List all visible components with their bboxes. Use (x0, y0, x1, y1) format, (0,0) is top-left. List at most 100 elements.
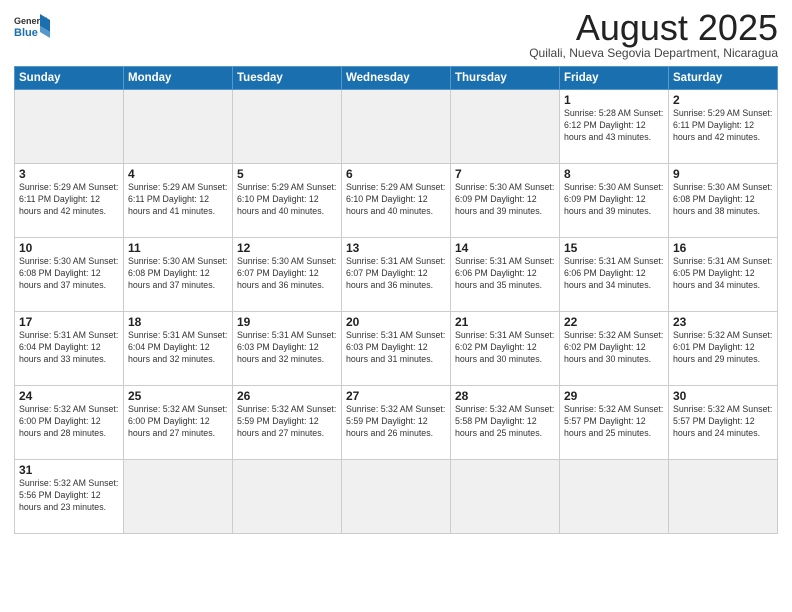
day-info: Sunrise: 5:32 AM Sunset: 5:56 PM Dayligh… (19, 478, 119, 514)
day-cell: 2Sunrise: 5:29 AM Sunset: 6:11 PM Daylig… (669, 90, 778, 164)
day-number: 18 (128, 315, 228, 329)
weekday-header-tuesday: Tuesday (233, 67, 342, 90)
day-number: 5 (237, 167, 337, 181)
day-info: Sunrise: 5:32 AM Sunset: 5:59 PM Dayligh… (237, 404, 337, 440)
day-cell: 22Sunrise: 5:32 AM Sunset: 6:02 PM Dayli… (560, 312, 669, 386)
title-block: August 2025 Quilali, Nueva Segovia Depar… (529, 10, 778, 60)
day-cell: 21Sunrise: 5:31 AM Sunset: 6:02 PM Dayli… (451, 312, 560, 386)
day-cell: 27Sunrise: 5:32 AM Sunset: 5:59 PM Dayli… (342, 386, 451, 460)
day-number: 25 (128, 389, 228, 403)
weekday-header-row: SundayMondayTuesdayWednesdayThursdayFrid… (15, 67, 778, 90)
calendar-table: SundayMondayTuesdayWednesdayThursdayFrid… (14, 66, 778, 534)
week-row-1: 1Sunrise: 5:28 AM Sunset: 6:12 PM Daylig… (15, 90, 778, 164)
day-cell: 5Sunrise: 5:29 AM Sunset: 6:10 PM Daylig… (233, 164, 342, 238)
day-cell: 7Sunrise: 5:30 AM Sunset: 6:09 PM Daylig… (451, 164, 560, 238)
day-info: Sunrise: 5:31 AM Sunset: 6:05 PM Dayligh… (673, 256, 773, 292)
day-number: 9 (673, 167, 773, 181)
day-info: Sunrise: 5:29 AM Sunset: 6:11 PM Dayligh… (128, 182, 228, 218)
day-info: Sunrise: 5:32 AM Sunset: 5:58 PM Dayligh… (455, 404, 555, 440)
day-info: Sunrise: 5:31 AM Sunset: 6:04 PM Dayligh… (128, 330, 228, 366)
day-cell: 17Sunrise: 5:31 AM Sunset: 6:04 PM Dayli… (15, 312, 124, 386)
day-cell (342, 460, 451, 534)
week-row-5: 24 Sunrise: 5:32 AM Sunset: 6:00 PM Dayli… (15, 386, 778, 460)
day-cell: 18Sunrise: 5:31 AM Sunset: 6:04 PM Dayli… (124, 312, 233, 386)
day-info: Sunrise: 5:32 AM Sunset: 5:59 PM Dayligh… (346, 404, 446, 440)
day-cell: 16Sunrise: 5:31 AM Sunset: 6:05 PM Dayli… (669, 238, 778, 312)
week-row-4: 17Sunrise: 5:31 AM Sunset: 6:04 PM Dayli… (15, 312, 778, 386)
header: General Blue August 2025 Quilali, Nueva … (14, 10, 778, 60)
day-info: Sunrise: 5:28 AM Sunset: 6:12 PM Dayligh… (564, 108, 664, 144)
day-number: 24 (19, 389, 119, 403)
day-info: Sunrise: 5:29 AM Sunset: 6:11 PM Dayligh… (673, 108, 773, 144)
day-cell (451, 90, 560, 164)
day-number: 2 (673, 93, 773, 107)
day-number: 13 (346, 241, 446, 255)
weekday-header-friday: Friday (560, 67, 669, 90)
day-cell: 4Sunrise: 5:29 AM Sunset: 6:11 PM Daylig… (124, 164, 233, 238)
day-number: 8 (564, 167, 664, 181)
day-cell (669, 460, 778, 534)
day-number: 27 (346, 389, 446, 403)
day-info: Sunrise: 5:32 AM Sunset: 6:00 PM Dayligh… (128, 404, 228, 440)
day-number: 15 (564, 241, 664, 255)
day-info: Sunrise: 5:29 AM Sunset: 6:10 PM Dayligh… (346, 182, 446, 218)
day-number: 7 (455, 167, 555, 181)
day-info: Sunrise: 5:29 AM Sunset: 6:10 PM Dayligh… (237, 182, 337, 218)
day-number: 30 (673, 389, 773, 403)
weekday-header-thursday: Thursday (451, 67, 560, 90)
day-number: 31 (19, 463, 119, 477)
weekday-header-monday: Monday (124, 67, 233, 90)
day-cell: 1Sunrise: 5:28 AM Sunset: 6:12 PM Daylig… (560, 90, 669, 164)
day-info: Sunrise: 5:31 AM Sunset: 6:04 PM Dayligh… (19, 330, 119, 366)
logo: General Blue (14, 10, 50, 46)
week-row-6: 31Sunrise: 5:32 AM Sunset: 5:56 PM Dayli… (15, 460, 778, 534)
generalblue-logo-icon: General Blue (14, 10, 50, 46)
day-number: 1 (564, 93, 664, 107)
day-cell: 19Sunrise: 5:31 AM Sunset: 6:03 PM Dayli… (233, 312, 342, 386)
day-number: 11 (128, 241, 228, 255)
day-cell (560, 460, 669, 534)
day-number: 6 (346, 167, 446, 181)
day-cell: 6Sunrise: 5:29 AM Sunset: 6:10 PM Daylig… (342, 164, 451, 238)
day-number: 19 (237, 315, 337, 329)
day-number: 4 (128, 167, 228, 181)
day-cell: 28Sunrise: 5:32 AM Sunset: 5:58 PM Dayli… (451, 386, 560, 460)
day-cell: 20Sunrise: 5:31 AM Sunset: 6:03 PM Dayli… (342, 312, 451, 386)
day-number: 29 (564, 389, 664, 403)
day-cell (451, 460, 560, 534)
day-number: 16 (673, 241, 773, 255)
day-number: 28 (455, 389, 555, 403)
day-info: Sunrise: 5:32 AM Sunset: 6:02 PM Dayligh… (564, 330, 664, 366)
day-number: 3 (19, 167, 119, 181)
day-number: 17 (19, 315, 119, 329)
day-cell: 9Sunrise: 5:30 AM Sunset: 6:08 PM Daylig… (669, 164, 778, 238)
day-cell: 8Sunrise: 5:30 AM Sunset: 6:09 PM Daylig… (560, 164, 669, 238)
day-cell: 29Sunrise: 5:32 AM Sunset: 5:57 PM Dayli… (560, 386, 669, 460)
day-cell (15, 90, 124, 164)
day-number: 21 (455, 315, 555, 329)
day-cell (233, 90, 342, 164)
month-title: August 2025 (529, 10, 778, 46)
day-cell: 13Sunrise: 5:31 AM Sunset: 6:07 PM Dayli… (342, 238, 451, 312)
day-cell: 30Sunrise: 5:32 AM Sunset: 5:57 PM Dayli… (669, 386, 778, 460)
day-number: 14 (455, 241, 555, 255)
day-cell: 10Sunrise: 5:30 AM Sunset: 6:08 PM Dayli… (15, 238, 124, 312)
day-cell: 11Sunrise: 5:30 AM Sunset: 6:08 PM Dayli… (124, 238, 233, 312)
svg-text:Blue: Blue (14, 27, 38, 39)
week-row-3: 10 Sunrise: 5:30 AM Sunset: 6:08 PM Dayli… (15, 238, 778, 312)
day-info: Sunrise: 5:31 AM Sunset: 6:03 PM Dayligh… (346, 330, 446, 366)
day-info: Sunrise: 5:31 AM Sunset: 6:06 PM Dayligh… (564, 256, 664, 292)
page: General Blue August 2025 Quilali, Nueva … (0, 0, 792, 540)
weekday-header-saturday: Saturday (669, 67, 778, 90)
day-cell: 31Sunrise: 5:32 AM Sunset: 5:56 PM Dayli… (15, 460, 124, 534)
day-info: Sunrise: 5:31 AM Sunset: 6:07 PM Dayligh… (346, 256, 446, 292)
day-cell: 12Sunrise: 5:30 AM Sunset: 6:07 PM Dayli… (233, 238, 342, 312)
day-number: 10 (19, 241, 119, 255)
day-number: 26 (237, 389, 337, 403)
day-cell: 15Sunrise: 5:31 AM Sunset: 6:06 PM Dayli… (560, 238, 669, 312)
day-info: Sunrise: 5:30 AM Sunset: 6:09 PM Dayligh… (455, 182, 555, 218)
day-info: Sunrise: 5:32 AM Sunset: 5:57 PM Dayligh… (564, 404, 664, 440)
day-number: 20 (346, 315, 446, 329)
day-info: Sunrise: 5:30 AM Sunset: 6:08 PM Dayligh… (128, 256, 228, 292)
day-cell (124, 90, 233, 164)
